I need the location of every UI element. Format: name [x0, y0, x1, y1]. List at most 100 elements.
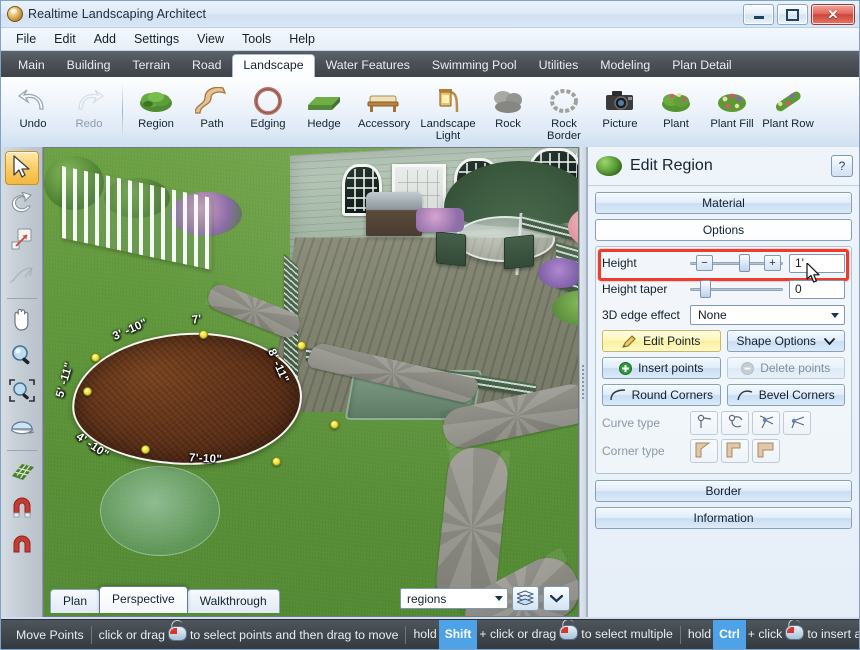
layers-button[interactable]: [512, 586, 539, 611]
tab-utilities[interactable]: Utilities: [528, 54, 590, 77]
status-hint-1-text-b: to select points and then drag to move: [189, 627, 399, 642]
panel-header: Edit Region ?: [588, 147, 859, 186]
corner-type-2-icon: [726, 442, 744, 461]
region-vertex-2[interactable]: [297, 341, 306, 350]
tool-accessory-button[interactable]: Accessory: [352, 81, 416, 143]
layer-dropdown-button[interactable]: [543, 586, 570, 611]
edge-effect-value: None: [698, 308, 727, 322]
edit-points-button[interactable]: Edit Points: [602, 330, 721, 352]
height-slider[interactable]: − +: [690, 254, 783, 272]
height-slider-thumb[interactable]: [739, 254, 751, 272]
tool-hedge-button[interactable]: Hedge: [296, 81, 352, 143]
bevel-corners-button[interactable]: Bevel Corners: [726, 384, 845, 406]
minimize-button[interactable]: [743, 4, 774, 25]
tab-modeling[interactable]: Modeling: [589, 54, 661, 77]
chevron-down-icon: [495, 596, 503, 601]
tool-picture-button[interactable]: Picture: [592, 81, 648, 143]
curve-type-3-button[interactable]: [752, 411, 780, 435]
redo-button[interactable]: Redo: [61, 81, 117, 143]
view-tab-plan[interactable]: Plan: [50, 589, 101, 613]
delete-points-button[interactable]: Delete points: [726, 357, 845, 379]
maximize-button[interactable]: [777, 4, 808, 25]
menu-view[interactable]: View: [188, 30, 233, 48]
tool-landscape-light-button[interactable]: Landscape Light: [416, 81, 480, 143]
tool-path-button[interactable]: Path: [184, 81, 240, 143]
region-vertex-1[interactable]: [199, 330, 208, 339]
tab-main[interactable]: Main: [7, 54, 56, 77]
select-tool-button[interactable]: [4, 151, 39, 185]
options-button[interactable]: Options: [595, 219, 852, 241]
curve-type-2-button[interactable]: [721, 411, 749, 435]
height-value-field[interactable]: 1': [789, 253, 845, 273]
layer-select[interactable]: regions: [400, 588, 508, 609]
region-vertex-6[interactable]: [83, 387, 92, 396]
close-button[interactable]: ✕: [811, 4, 855, 25]
edge-effect-select[interactable]: None: [690, 305, 845, 325]
information-button[interactable]: Information: [595, 507, 852, 529]
pan-tool-button[interactable]: [5, 303, 39, 337]
curve-type-4-button[interactable]: [783, 411, 811, 435]
status-hint-3: holdCtrl+ click to insert a point: [681, 620, 859, 649]
menu-file[interactable]: File: [7, 30, 45, 48]
view-tab-perspective[interactable]: Perspective: [99, 586, 188, 613]
tab-building[interactable]: Building: [56, 54, 122, 77]
curve-edit-tool-button[interactable]: [5, 259, 39, 293]
snap-alt-tool-button[interactable]: [5, 527, 39, 561]
tab-swimming-pool[interactable]: Swimming Pool: [421, 54, 528, 77]
height-taper-slider-thumb[interactable]: [700, 280, 712, 298]
border-button[interactable]: Border: [595, 480, 852, 502]
corner-type-3-button[interactable]: [752, 439, 780, 463]
material-button[interactable]: Material: [595, 192, 852, 214]
zoom-tool-button[interactable]: [5, 339, 39, 373]
tab-road[interactable]: Road: [181, 54, 232, 77]
zoom-window-tool-button[interactable]: [5, 375, 39, 409]
panel-splitter[interactable]: [579, 147, 587, 617]
height-taper-value-field[interactable]: 0: [789, 279, 845, 299]
shape-options-button[interactable]: Shape Options: [726, 330, 845, 352]
window-controls: ✕: [743, 4, 855, 25]
curve-type-1-button[interactable]: [690, 411, 718, 435]
view-tab-walkthrough[interactable]: Walkthrough: [186, 589, 280, 613]
status-hint-2-text-a: hold: [413, 627, 437, 641]
corner-type-2-button[interactable]: [721, 439, 749, 463]
tab-plan-detail[interactable]: Plan Detail: [661, 54, 742, 77]
corner-type-1-button[interactable]: [690, 439, 718, 463]
region-vertex-7[interactable]: [91, 353, 100, 362]
tool-plant-row-button[interactable]: Plant Row: [760, 81, 816, 143]
tool-rock-border-button[interactable]: Rock Border: [536, 81, 592, 143]
grid-tool-button[interactable]: [5, 455, 39, 489]
region-vertex-5[interactable]: [141, 445, 150, 454]
scene-3d-viewport[interactable]: 3' -10" 7' 8' -11" 7'-10" 4' -10" 5' -11…: [43, 147, 579, 617]
tab-water-features[interactable]: Water Features: [315, 54, 421, 77]
shrub-flower-box: [416, 208, 464, 232]
help-button[interactable]: ?: [831, 155, 853, 177]
tab-terrain[interactable]: Terrain: [121, 54, 181, 77]
mouse-icon: [167, 620, 187, 641]
menu-edit[interactable]: Edit: [45, 30, 85, 48]
corner-type-3-icon: [757, 442, 775, 461]
camera-icon: [603, 84, 637, 118]
menu-settings[interactable]: Settings: [125, 30, 188, 48]
menu-add[interactable]: Add: [85, 30, 125, 48]
orbit-tool-button[interactable]: [5, 411, 39, 445]
height-taper-slider[interactable]: [690, 280, 783, 298]
tool-plant-fill-button[interactable]: Plant Fill: [704, 81, 760, 143]
undo-button[interactable]: Undo: [5, 81, 61, 143]
tool-edging-button[interactable]: Edging: [240, 81, 296, 143]
snap-tool-button[interactable]: [5, 491, 39, 525]
height-increment-button[interactable]: +: [764, 255, 781, 271]
region-vertex-4[interactable]: [272, 457, 281, 466]
insert-points-button[interactable]: Insert points: [602, 357, 721, 379]
tool-rock-button[interactable]: Rock: [480, 81, 536, 143]
region-vertex-3[interactable]: [330, 420, 339, 429]
tool-region-button[interactable]: Region: [128, 81, 184, 143]
menu-help[interactable]: Help: [280, 30, 324, 48]
round-corners-button[interactable]: Round Corners: [602, 384, 721, 406]
rotate-tool-button[interactable]: [5, 187, 39, 221]
menu-tools[interactable]: Tools: [233, 30, 280, 48]
height-decrement-button[interactable]: −: [696, 255, 713, 271]
tool-plant-button[interactable]: Plant: [648, 81, 704, 143]
bevel-corner-icon: [737, 389, 753, 401]
tab-landscape[interactable]: Landscape: [232, 54, 315, 77]
resize-tool-button[interactable]: [5, 223, 39, 257]
